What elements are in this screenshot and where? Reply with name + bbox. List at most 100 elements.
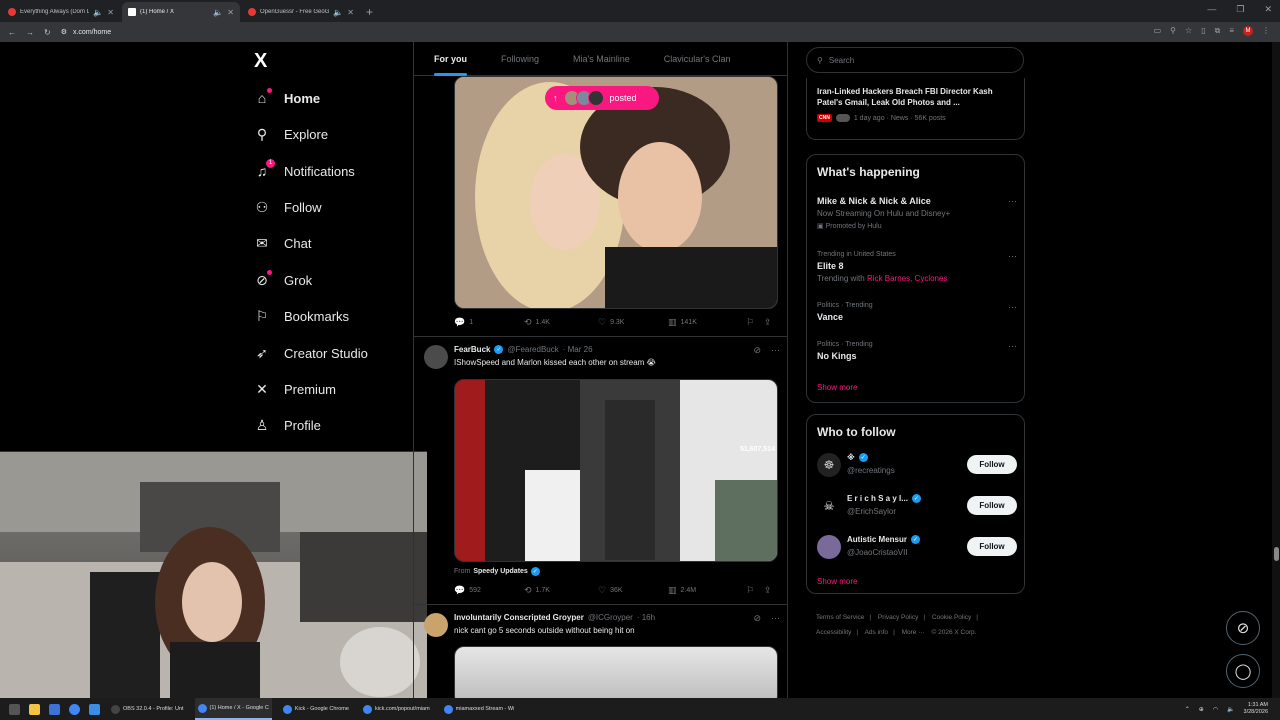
tab-for-you[interactable]: For you [424,42,477,76]
search-input[interactable]: ⚲ Search [806,47,1024,73]
trend-item[interactable]: Politics · Trending No Kings ··· [817,341,1017,361]
site-info-icon[interactable]: ⚙ [61,28,67,36]
nav-creator-studio[interactable]: ➶ Creator Studio [254,345,368,361]
nav-grok[interactable]: ⊘ Grok [254,270,312,288]
more-icon[interactable]: ··· [1008,302,1017,312]
messages-fab-button[interactable]: ◯ [1226,654,1260,688]
trend-sub-links[interactable]: Rick Barnes, Cyclones [867,274,947,283]
tab-claviculars-clan[interactable]: Clavicular's Clan [654,42,741,76]
browser-tab-x-home[interactable]: (1) Home / X 🔈 ✕ [122,2,240,22]
nav-notifications[interactable]: ♫ 1 Notifications [254,159,355,179]
file-icon[interactable] [9,703,20,715]
show-more-link[interactable]: Show more [817,577,857,586]
network-icon[interactable]: ⊕ [1199,706,1204,713]
follow-button[interactable]: Follow [967,537,1017,556]
close-tab-icon[interactable]: ✕ [107,8,114,17]
views-button[interactable]: ▥ 141K [668,317,746,328]
nav-explore[interactable]: ⚲ Explore [254,126,328,142]
footer-privacy[interactable]: Privacy Policy [878,614,918,621]
forward-icon[interactable]: → [26,28,34,37]
sidepanel-icon[interactable]: ▯ [1201,26,1205,36]
like-button[interactable]: ♡ 36K [598,585,668,596]
mute-icon[interactable]: 🔈 [333,8,343,17]
grok-icon[interactable]: ⊘ [753,613,761,624]
close-tab-icon[interactable]: ✕ [227,8,234,17]
follow-suggestion[interactable]: ☠ E r i c h S a y l... ✓ @ErichSaylor Fol… [817,492,1017,522]
views-button[interactable]: ▥ 2.4M [668,585,746,596]
address-bar[interactable]: ⚙ x.com/home [61,28,111,37]
follow-suggestion[interactable]: Autistic Mensur ✓ @JoaoCristaoVII Follow [817,533,1017,563]
avatar[interactable] [424,613,448,637]
app-icon[interactable] [89,703,100,715]
show-more-link[interactable]: Show more [817,383,857,392]
taskbar-app-kick-popout[interactable]: kick.com/popout/miam [360,698,433,720]
footer-more[interactable]: More ··· [902,629,925,636]
trend-item[interactable]: Politics · Trending Vance ··· [817,302,1017,322]
reload-icon[interactable]: ↻ [44,28,51,37]
news-card[interactable]: Iran-Linked Hackers Breach FBI Director … [806,78,1025,140]
grok-fab-button[interactable]: ⊘ [1226,611,1260,645]
avatar[interactable] [424,345,448,369]
post-image[interactable] [454,76,778,309]
follow-suggestion[interactable]: ☸ ※ ✓ @recreatings Follow [817,451,1017,481]
follow-button[interactable]: Follow [967,455,1017,474]
footer-cookie[interactable]: Cookie Policy [932,614,971,621]
nav-follow[interactable]: ⚇ Follow [254,199,322,215]
bookmark-icon[interactable]: ⚐ [746,585,764,596]
browser-profile-avatar[interactable]: M [1243,26,1253,36]
more-icon[interactable]: ··· [1008,341,1017,351]
x-logo-icon[interactable]: X [254,50,267,73]
folder-icon[interactable] [29,703,40,715]
more-icon[interactable]: ··· [1008,196,1017,206]
footer-ads-info[interactable]: Ads info [865,629,889,636]
post-video[interactable]: 51,607,514 [454,379,778,562]
tab-following[interactable]: Following [491,42,549,76]
chevron-up-icon[interactable]: ⌃ [1185,706,1190,713]
chrome-icon[interactable] [69,703,80,715]
wifi-icon[interactable]: ◠ [1213,706,1218,713]
more-icon[interactable]: ··· [771,345,780,356]
repost-button[interactable]: ⟲ 1.7K [524,585,598,596]
mute-icon[interactable]: 🔈 [93,8,103,17]
nav-chat[interactable]: ✉ Chat [254,235,311,251]
minimize-icon[interactable]: — [1207,4,1216,15]
repost-button[interactable]: ⟲ 1.4K [524,317,598,328]
grok-icon[interactable]: ⊘ [753,345,761,356]
scrollbar-thumb[interactable] [1274,547,1279,561]
maximize-icon[interactable]: ❐ [1236,4,1244,15]
author-handle[interactable]: @ICGroyper [588,613,633,622]
nav-bookmarks[interactable]: ⚐ Bookmarks [254,308,349,324]
more-icon[interactable]: ··· [771,613,780,624]
cast-icon[interactable]: ▭ [1154,26,1162,36]
zoom-icon[interactable]: ⚲ [1170,26,1176,36]
menu-icon[interactable]: ⋮ [1262,26,1270,36]
post-image[interactable] [454,646,778,706]
taskbar-app-obs[interactable]: OBS 32.0.4 - Profile: Unt [108,698,187,720]
author-name[interactable]: FearBuck [454,345,490,354]
media-icon[interactable]: ≡ [1229,26,1234,36]
taskbar-app-stream[interactable]: miamaxxed Stream - Wi [441,698,518,720]
back-icon[interactable]: ← [8,28,16,37]
from-source[interactable]: Speedy Updates [473,568,527,575]
share-icon[interactable]: ⇪ [764,585,772,596]
mute-icon[interactable]: 🔈 [213,8,223,17]
star-icon[interactable]: ☆ [1185,26,1192,36]
bookmark-icon[interactable]: ⚐ [746,317,764,328]
follow-button[interactable]: Follow [967,496,1017,515]
author-name[interactable]: Involuntarily Conscripted Groyper [454,613,584,622]
more-icon[interactable]: ··· [1008,251,1017,261]
new-tab-icon[interactable]: + [366,5,373,19]
reply-button[interactable]: 💬 592 [454,585,524,596]
like-button[interactable]: ♡ 9.3K [598,317,668,328]
browser-tab-openguessr[interactable]: OpenGuessr - Free GeoGue 🔈 ✕ [242,2,360,22]
avatar[interactable]: ☸ [817,453,841,477]
tab-mias-mainline[interactable]: Mia's Mainline [563,42,640,76]
promoted-trend[interactable]: Mike & Nick & Nick & Alice Now Streaming… [817,196,1017,230]
close-tab-icon[interactable]: ✕ [347,8,354,17]
volume-icon[interactable]: 🔈 [1227,706,1234,713]
extensions-icon[interactable]: ⧉ [1215,26,1221,36]
nav-profile[interactable]: ♙ Profile [254,417,321,433]
store-icon[interactable] [49,703,60,715]
clock[interactable]: 1:31 AM 3/28/2026 [1244,702,1268,716]
skull-avatar-icon[interactable]: ☠ [817,494,841,518]
